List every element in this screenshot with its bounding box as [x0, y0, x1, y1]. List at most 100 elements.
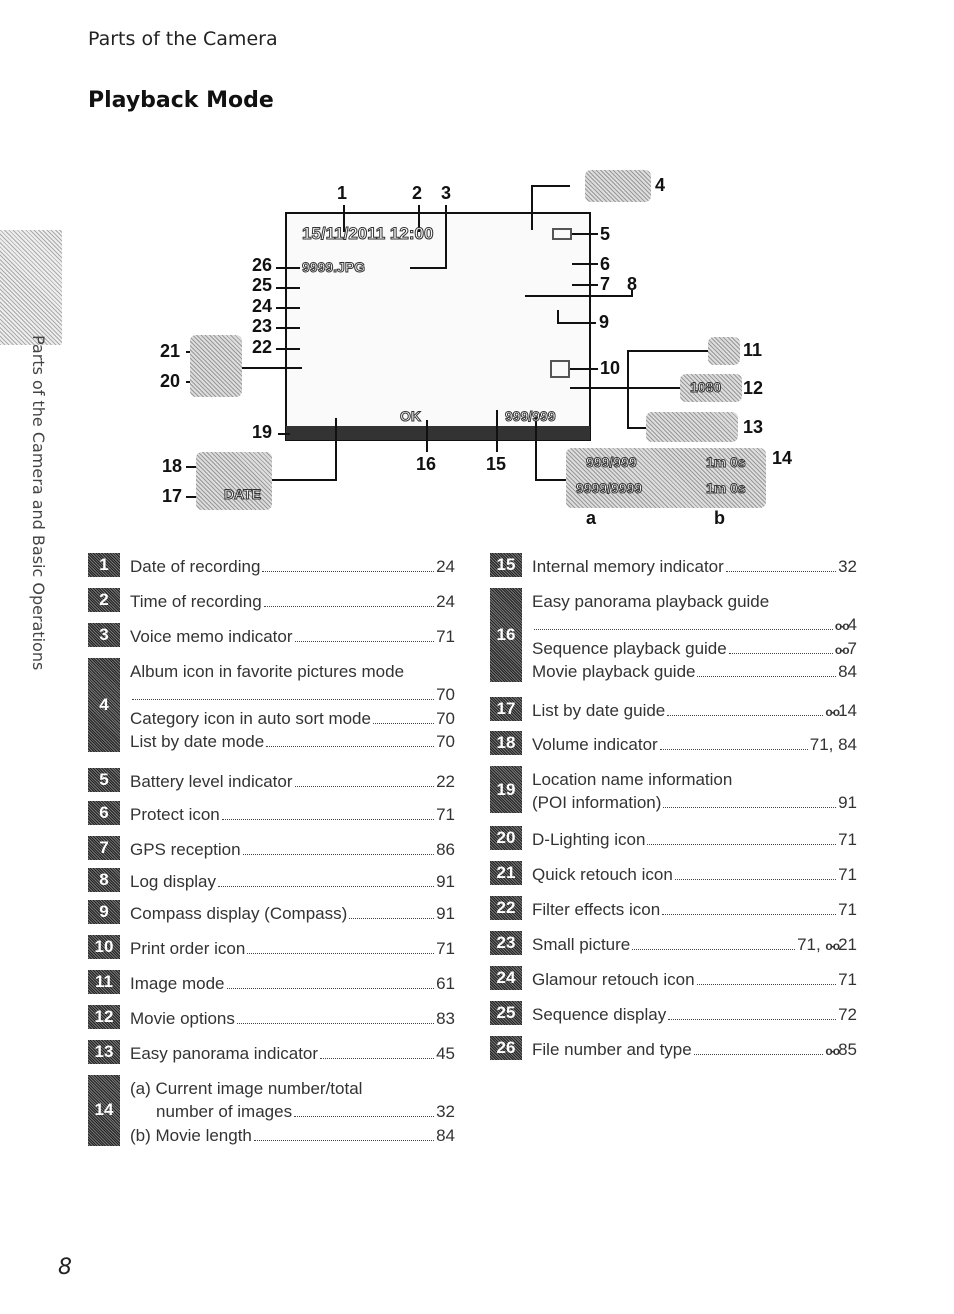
legend-entry-lines: Compass display (Compass) 91	[130, 900, 455, 924]
item-label: File number and type	[532, 1039, 692, 1059]
binoculars-reference-icon: o-o	[825, 938, 840, 953]
legend-entry-lines: Voice memo indicator 71	[130, 623, 455, 647]
page-number-text: 86	[436, 839, 455, 859]
legend-number-box: 24	[490, 966, 522, 990]
legend-number-box: 14	[88, 1075, 120, 1146]
legend-line: Category icon in auto sort mode 70	[130, 705, 455, 729]
item-label: Movie playback guide	[532, 662, 696, 681]
legend-number-box: 17	[490, 697, 522, 721]
page-number-text: 71	[436, 804, 455, 824]
legend-entry: 2 Time of recording 24	[88, 588, 455, 612]
page-reference: o-o4	[835, 615, 857, 635]
legend-line: Easy panorama playback guide	[532, 588, 857, 612]
callout-21: 21	[160, 341, 181, 361]
page-reference: 86	[436, 840, 455, 860]
legend-line: (POI information) 91	[532, 790, 857, 814]
page-reference: 83	[436, 1009, 455, 1029]
legend-entry-lines: Movie options 83	[130, 1005, 455, 1029]
dot-leader	[349, 917, 435, 919]
dot-leader	[247, 952, 435, 954]
legend-entry-lines: Date of recording 24	[130, 553, 455, 577]
legend-number-box: 9	[88, 900, 120, 924]
callout-4: 4	[655, 175, 666, 195]
legend-line: Movie options 83	[130, 1005, 455, 1029]
legend-entry-lines: Easy panorama playback guide o-o4 Sequence…	[532, 588, 857, 682]
legend-line: D-Lighting icon 71	[532, 826, 857, 850]
page-number-text: 84	[838, 662, 857, 681]
legend-entry: 23 Small picture 71, o-o21	[490, 931, 857, 955]
item-label: Category icon in auto sort mode	[130, 708, 371, 728]
dot-leader	[668, 1018, 837, 1020]
callout-22: 22	[252, 337, 273, 357]
page-reference: 71	[838, 865, 857, 885]
item-label: Filter effects icon	[532, 899, 661, 919]
callout-19: 19	[252, 422, 273, 442]
item-label: Log display	[130, 871, 217, 891]
callout-20: 20	[160, 371, 181, 391]
page-reference: 32	[838, 557, 857, 577]
binoculars-reference-icon: o-o	[834, 642, 850, 657]
legend-line: GPS reception 86	[130, 836, 455, 860]
item-label: Location name information	[532, 769, 733, 789]
screen-ok: OK	[400, 408, 422, 425]
legend-entry-lines: File number and type o-o85	[532, 1036, 857, 1060]
legend-line: Glamour retouch icon 71	[532, 966, 857, 990]
item-label: GPS reception	[130, 839, 241, 859]
callout-b: b	[714, 508, 725, 528]
dot-leader	[667, 714, 824, 716]
legend-number-box: 19	[490, 766, 522, 813]
item-label: Easy panorama indicator	[130, 1043, 319, 1063]
screen-datetime: 15/11/2011 12:00	[301, 224, 434, 244]
legend-entry-lines: Time of recording 24	[130, 588, 455, 612]
item-label: Date of recording	[130, 556, 261, 576]
dot-leader	[294, 785, 435, 787]
page-reference: 24	[436, 592, 455, 612]
item-label: Sequence playback guide	[532, 638, 727, 658]
legend-entry-lines: GPS reception 86	[130, 836, 455, 860]
callout-3: 3	[441, 183, 452, 203]
page-reference: 45	[436, 1044, 455, 1064]
page-number-text: 70	[436, 685, 455, 704]
dot-leader	[253, 1139, 435, 1141]
item-label: Movie options	[130, 1008, 235, 1028]
legend-entry: 20 D-Lighting icon 71	[490, 826, 857, 850]
item-label: Time of recording	[130, 591, 262, 611]
page-number-text: 71,	[797, 934, 826, 954]
dot-leader	[226, 987, 435, 989]
legend-line: number of images 32	[130, 1099, 455, 1123]
dot-leader	[632, 948, 796, 950]
page-number-text: 71	[838, 829, 857, 849]
callout-12: 12	[743, 378, 764, 398]
legend-number-box: 3	[88, 623, 120, 647]
legend-number-box: 5	[88, 768, 120, 792]
callout-13: 13	[743, 417, 764, 437]
item-label: Sequence display	[532, 1004, 667, 1024]
page-number-text: 85	[838, 1039, 857, 1059]
dot-leader	[663, 807, 837, 808]
callout-10: 10	[600, 358, 621, 378]
legend-entry: 5 Battery level indicator 22	[88, 768, 455, 792]
callout-26: 26	[252, 255, 273, 275]
callout-2: 2	[412, 183, 423, 203]
legend-line: Movie playback guide 84	[532, 659, 857, 683]
item-label: (a) Current image number/total	[130, 1078, 363, 1098]
legend-number-box: 8	[88, 868, 120, 892]
legend-line: Print order icon 71	[130, 935, 455, 959]
page-number-text: 91	[838, 793, 857, 812]
legend-entry-lines: Small picture 71, o-o21	[532, 931, 857, 955]
dot-leader	[693, 1053, 824, 1055]
legend-line: Easy panorama indicator 45	[130, 1040, 455, 1064]
legend-line: Date of recording 24	[130, 553, 455, 577]
legend-entry-lines: Quick retouch icon 71	[532, 861, 857, 885]
legend-entry: 4 Album icon in favorite pictures mode 70 C…	[88, 658, 455, 752]
callout-8: 8	[627, 274, 638, 294]
legend-line: Protect icon 71	[130, 801, 455, 825]
item-label: D-Lighting icon	[532, 829, 646, 849]
item-label: Protect icon	[130, 804, 220, 824]
page-reference: o-o14	[825, 701, 857, 721]
callout-14: 14	[772, 448, 793, 468]
item-label: (POI information)	[532, 793, 662, 812]
legend-line: Voice memo indicator 71	[130, 623, 455, 647]
page-number-text: 45	[436, 1043, 455, 1063]
legend-number-box: 15	[490, 553, 522, 577]
